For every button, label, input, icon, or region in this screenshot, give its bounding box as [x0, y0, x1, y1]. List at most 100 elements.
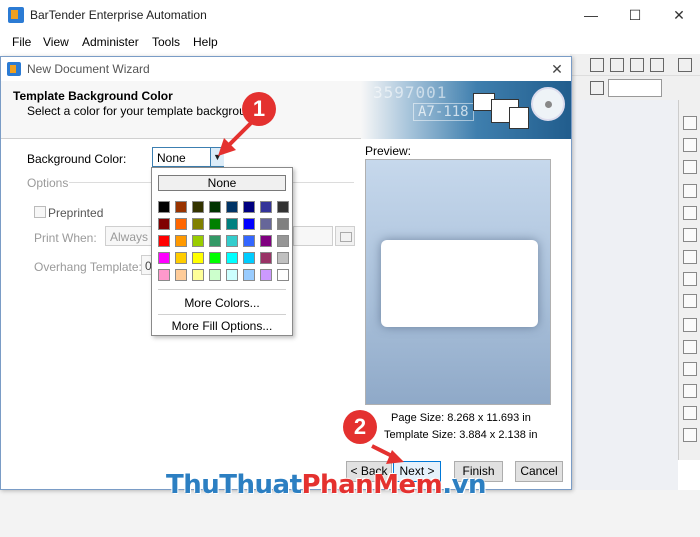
preprinted-checkbox[interactable] [34, 206, 46, 218]
app-title: BarTender Enterprise Automation [30, 8, 207, 22]
align-left-icon[interactable] [683, 116, 697, 130]
color-swatch[interactable] [175, 201, 187, 213]
menu-bar: File View Administer Tools Help [0, 31, 700, 53]
color-swatch[interactable] [243, 201, 255, 213]
align-top-icon[interactable] [683, 206, 697, 220]
color-swatch[interactable] [158, 235, 170, 247]
color-swatch[interactable] [277, 235, 289, 247]
banner-number: 3597001 [373, 83, 448, 102]
color-swatch[interactable] [175, 252, 187, 264]
color-swatch[interactable] [260, 269, 272, 281]
color-swatch[interactable] [209, 269, 221, 281]
preprinted-label: Preprinted [48, 206, 104, 220]
step-1-badge: 1 [242, 92, 276, 126]
print-when-edit-button[interactable] [335, 226, 355, 246]
toolbar-options-icon[interactable] [678, 58, 692, 72]
color-swatch[interactable] [277, 218, 289, 230]
wizard-step-subtitle: Select a color for your template backgro… [27, 104, 263, 118]
menu-help[interactable]: Help [193, 35, 218, 49]
space-vertical-icon[interactable] [683, 294, 697, 308]
background-color-value: None [157, 151, 186, 165]
wizard-step-title: Template Background Color [13, 89, 173, 103]
color-swatch[interactable] [243, 235, 255, 247]
bring-front-icon[interactable] [683, 318, 697, 332]
color-swatch[interactable] [175, 269, 187, 281]
overhang-template-label: Overhang Template: [34, 260, 142, 274]
print-when-select[interactable]: Always [105, 226, 153, 246]
menu-file[interactable]: File [12, 35, 31, 49]
color-swatch[interactable] [192, 252, 204, 264]
color-swatch[interactable] [260, 201, 272, 213]
more-colors-option[interactable]: More Colors... [152, 296, 292, 310]
rotate-icon[interactable] [683, 428, 697, 442]
rotate-180-icon[interactable] [683, 384, 697, 398]
distribute-icon[interactable] [683, 184, 697, 198]
dialog-titlebar: New Document Wizard ✕ [1, 57, 571, 81]
maximize-button[interactable]: ☐ [620, 4, 650, 26]
menu-administer[interactable]: Administer [82, 35, 139, 49]
more-fill-options-option[interactable]: More Fill Options... [152, 319, 292, 333]
color-swatch[interactable] [243, 252, 255, 264]
send-back-icon[interactable] [683, 340, 697, 354]
rotate-270-icon[interactable] [683, 406, 697, 420]
color-swatch[interactable] [226, 201, 238, 213]
align-right-icon[interactable] [683, 160, 697, 174]
preview-template-shape [381, 240, 538, 327]
disc-icon [531, 87, 565, 121]
color-swatch[interactable] [209, 218, 221, 230]
color-swatch[interactable] [226, 235, 238, 247]
color-swatch[interactable] [192, 235, 204, 247]
site-watermark: ThuThuatPhanMem.vn [166, 470, 487, 500]
color-swatch[interactable] [226, 252, 238, 264]
color-swatch[interactable] [260, 235, 272, 247]
align-center-icon[interactable] [683, 138, 697, 152]
chevron-down-icon[interactable]: ▼ [210, 148, 224, 166]
grid-icon[interactable] [590, 58, 604, 72]
print-when-value: Always [110, 230, 149, 244]
color-swatch[interactable] [192, 201, 204, 213]
text-align-icon[interactable] [590, 81, 604, 95]
snap-icon[interactable] [610, 58, 624, 72]
menu-tools[interactable]: Tools [152, 35, 180, 49]
color-swatch[interactable] [277, 201, 289, 213]
color-swatch[interactable] [209, 252, 221, 264]
color-swatch[interactable] [260, 218, 272, 230]
color-swatch[interactable] [277, 269, 289, 281]
dropdown-separator-2 [158, 314, 286, 315]
cancel-button[interactable]: Cancel [515, 461, 563, 482]
font-select[interactable] [608, 79, 662, 97]
color-swatch[interactable] [243, 269, 255, 281]
color-swatch[interactable] [209, 201, 221, 213]
color-swatch[interactable] [158, 269, 170, 281]
color-swatch[interactable] [192, 218, 204, 230]
color-swatch[interactable] [175, 235, 187, 247]
color-swatch[interactable] [226, 269, 238, 281]
color-swatch[interactable] [226, 218, 238, 230]
align-middle-icon[interactable] [683, 228, 697, 242]
color-swatch[interactable] [158, 218, 170, 230]
color-swatch[interactable] [277, 252, 289, 264]
color-swatch[interactable] [158, 252, 170, 264]
minimize-button[interactable]: — [576, 4, 606, 26]
template-size-text: Template Size: 3.884 x 2.138 in [384, 429, 538, 441]
color-swatch[interactable] [158, 201, 170, 213]
watermark-part-b: Thuat [219, 470, 302, 500]
menu-view[interactable]: View [43, 35, 69, 49]
color-swatch[interactable] [175, 218, 187, 230]
align-bottom-icon[interactable] [683, 250, 697, 264]
dialog-title: New Document Wizard [27, 62, 150, 76]
color-swatch[interactable] [209, 235, 221, 247]
layout-icon[interactable] [650, 58, 664, 72]
color-swatch[interactable] [192, 269, 204, 281]
none-color-button[interactable]: None [158, 175, 286, 191]
align-grid-icon[interactable] [630, 58, 644, 72]
rotate-90-icon[interactable] [683, 362, 697, 376]
space-horizontal-icon[interactable] [683, 272, 697, 286]
close-window-button[interactable]: ✕ [664, 4, 694, 26]
color-swatch[interactable] [260, 252, 272, 264]
dialog-close-button[interactable]: ✕ [547, 59, 567, 79]
color-swatch[interactable] [243, 218, 255, 230]
background-color-select[interactable]: None ▼ [152, 147, 224, 167]
watermark-part-a: Thu [166, 470, 220, 500]
watermark-part-d: .vn [442, 470, 487, 500]
